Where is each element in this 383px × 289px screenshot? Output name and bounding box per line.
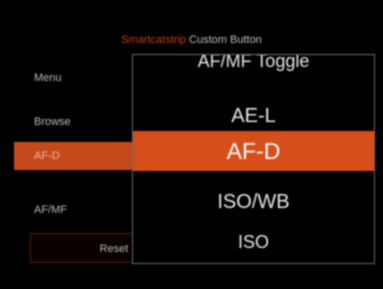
header: Smartcatstrip Custom Button xyxy=(0,34,383,46)
button-assignment-popup: AF/MF Toggle AE-L AF-D ISO/WB ISO xyxy=(132,54,375,264)
popup-option-iso[interactable]: ISO xyxy=(133,229,374,255)
popup-option-af-mf-toggle[interactable]: AF/MF Toggle xyxy=(133,55,374,74)
popup-option-iso-wb[interactable]: ISO/WB xyxy=(133,187,374,217)
popup-option-af-d[interactable]: AF-D xyxy=(133,131,374,171)
menu-item-label: Menu xyxy=(34,72,62,84)
menu-item-label: AF/MF xyxy=(34,204,67,216)
menu-item-label: AF-D xyxy=(34,150,60,162)
camera-menu-screen: Smartcatstrip Custom Button Menu Browse … xyxy=(0,0,383,289)
page-title: Custom Button xyxy=(189,34,262,46)
popup-option-ae-l[interactable]: AE-L xyxy=(133,101,374,131)
menu-item-label: Browse xyxy=(34,116,71,128)
breadcrumb: Smartcatstrip xyxy=(121,34,186,46)
